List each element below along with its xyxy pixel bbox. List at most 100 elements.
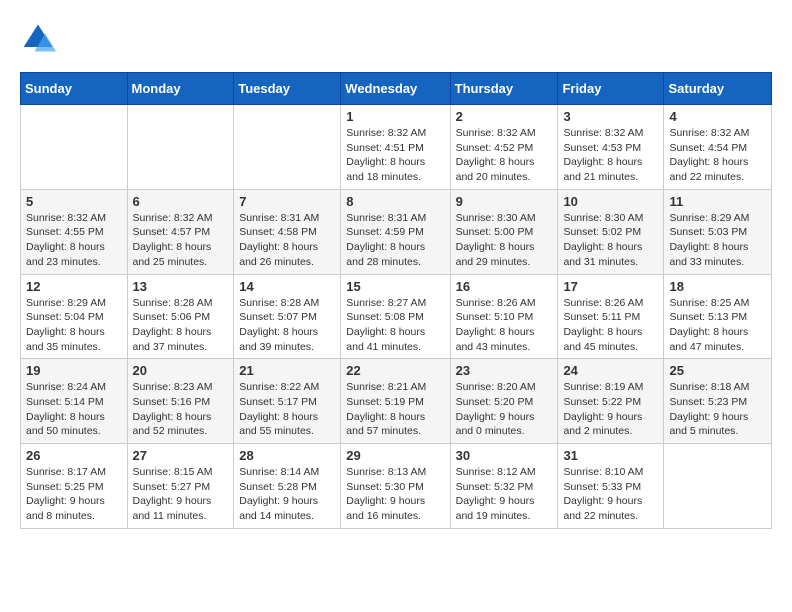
day-info: Sunrise: 8:29 AM Sunset: 5:03 PM Dayligh… <box>669 211 766 270</box>
calendar-cell: 27 Sunrise: 8:15 AM Sunset: 5:27 PM Dayli… <box>127 444 234 529</box>
day-info: Sunrise: 8:24 AM Sunset: 5:14 PM Dayligh… <box>26 380 122 439</box>
calendar-cell <box>127 105 234 190</box>
calendar-cell: 8 Sunrise: 8:31 AM Sunset: 4:59 PM Daylig… <box>341 189 450 274</box>
day-number: 4 <box>669 109 766 124</box>
calendar-cell <box>664 444 772 529</box>
day-number: 8 <box>346 194 444 209</box>
day-number: 19 <box>26 363 122 378</box>
calendar-cell: 15 Sunrise: 8:27 AM Sunset: 5:08 PM Dayli… <box>341 274 450 359</box>
day-info: Sunrise: 8:10 AM Sunset: 5:33 PM Dayligh… <box>563 465 658 524</box>
day-info: Sunrise: 8:21 AM Sunset: 5:19 PM Dayligh… <box>346 380 444 439</box>
calendar-cell: 7Sunrise: 8:31 AM Sunset: 4:58 PM Daylig… <box>234 189 341 274</box>
page-header <box>20 20 772 56</box>
calendar-week-row: 1Sunrise: 8:32 AM Sunset: 4:51 PM Daylig… <box>21 105 772 190</box>
day-number: 5 <box>26 194 122 209</box>
day-number: 30 <box>456 448 553 463</box>
calendar-cell: 22 Sunrise: 8:21 AM Sunset: 5:19 PM Dayli… <box>341 359 450 444</box>
day-number: 7 <box>239 194 335 209</box>
day-info: Sunrise: 8:32 AM Sunset: 4:55 PM Dayligh… <box>26 211 122 270</box>
day-number: 22 <box>346 363 444 378</box>
day-info: Sunrise: 8:26 AM Sunset: 5:11 PM Dayligh… <box>563 296 658 355</box>
weekday-header: Tuesday <box>234 73 341 105</box>
calendar-cell: 1Sunrise: 8:32 AM Sunset: 4:51 PM Daylig… <box>341 105 450 190</box>
day-number: 24 <box>563 363 658 378</box>
calendar-cell: 19 Sunrise: 8:24 AM Sunset: 5:14 PM Dayli… <box>21 359 128 444</box>
calendar-cell: 24 Sunrise: 8:19 AM Sunset: 5:22 PM Dayli… <box>558 359 664 444</box>
day-number: 10 <box>563 194 658 209</box>
weekday-header: Monday <box>127 73 234 105</box>
day-info: Sunrise: 8:27 AM Sunset: 5:08 PM Dayligh… <box>346 296 444 355</box>
day-number: 2 <box>456 109 553 124</box>
calendar-cell: 25Sunrise: 8:18 AM Sunset: 5:23 PM Dayli… <box>664 359 772 444</box>
calendar-week-row: 26 Sunrise: 8:17 AM Sunset: 5:25 PM Dayli… <box>21 444 772 529</box>
day-number: 29 <box>346 448 444 463</box>
day-info: Sunrise: 8:26 AM Sunset: 5:10 PM Dayligh… <box>456 296 553 355</box>
day-info: Sunrise: 8:22 AM Sunset: 5:17 PM Dayligh… <box>239 380 335 439</box>
day-info: Sunrise: 8:32 AM Sunset: 4:52 PM Dayligh… <box>456 126 553 185</box>
day-info: Sunrise: 8:23 AM Sunset: 5:16 PM Dayligh… <box>133 380 229 439</box>
calendar-cell: 11 Sunrise: 8:29 AM Sunset: 5:03 PM Dayli… <box>664 189 772 274</box>
calendar-cell: 12Sunrise: 8:29 AM Sunset: 5:04 PM Dayli… <box>21 274 128 359</box>
day-info: Sunrise: 8:13 AM Sunset: 5:30 PM Dayligh… <box>346 465 444 524</box>
calendar-cell: 17 Sunrise: 8:26 AM Sunset: 5:11 PM Dayli… <box>558 274 664 359</box>
calendar-week-row: 19 Sunrise: 8:24 AM Sunset: 5:14 PM Dayli… <box>21 359 772 444</box>
calendar-cell: 26 Sunrise: 8:17 AM Sunset: 5:25 PM Dayli… <box>21 444 128 529</box>
day-number: 28 <box>239 448 335 463</box>
day-info: Sunrise: 8:28 AM Sunset: 5:06 PM Dayligh… <box>133 296 229 355</box>
calendar-cell <box>21 105 128 190</box>
day-number: 21 <box>239 363 335 378</box>
calendar-cell: 31Sunrise: 8:10 AM Sunset: 5:33 PM Dayli… <box>558 444 664 529</box>
day-info: Sunrise: 8:17 AM Sunset: 5:25 PM Dayligh… <box>26 465 122 524</box>
calendar-cell: 29 Sunrise: 8:13 AM Sunset: 5:30 PM Dayli… <box>341 444 450 529</box>
day-number: 14 <box>239 279 335 294</box>
calendar-week-row: 5 Sunrise: 8:32 AM Sunset: 4:55 PM Daylig… <box>21 189 772 274</box>
day-info: Sunrise: 8:20 AM Sunset: 5:20 PM Dayligh… <box>456 380 553 439</box>
day-number: 27 <box>133 448 229 463</box>
day-number: 17 <box>563 279 658 294</box>
day-number: 25 <box>669 363 766 378</box>
calendar-cell: 2 Sunrise: 8:32 AM Sunset: 4:52 PM Daylig… <box>450 105 558 190</box>
calendar-cell: 20 Sunrise: 8:23 AM Sunset: 5:16 PM Dayli… <box>127 359 234 444</box>
day-number: 3 <box>563 109 658 124</box>
day-number: 11 <box>669 194 766 209</box>
day-info: Sunrise: 8:29 AM Sunset: 5:04 PM Dayligh… <box>26 296 122 355</box>
weekday-header: Thursday <box>450 73 558 105</box>
day-info: Sunrise: 8:32 AM Sunset: 4:54 PM Dayligh… <box>669 126 766 185</box>
day-number: 15 <box>346 279 444 294</box>
calendar-cell: 23 Sunrise: 8:20 AM Sunset: 5:20 PM Dayli… <box>450 359 558 444</box>
logo-icon <box>20 20 56 56</box>
calendar-cell: 30 Sunrise: 8:12 AM Sunset: 5:32 PM Dayli… <box>450 444 558 529</box>
day-info: Sunrise: 8:31 AM Sunset: 4:59 PM Dayligh… <box>346 211 444 270</box>
day-info: Sunrise: 8:25 AM Sunset: 5:13 PM Dayligh… <box>669 296 766 355</box>
day-number: 6 <box>133 194 229 209</box>
day-info: Sunrise: 8:14 AM Sunset: 5:28 PM Dayligh… <box>239 465 335 524</box>
calendar-cell: 9 Sunrise: 8:30 AM Sunset: 5:00 PM Daylig… <box>450 189 558 274</box>
day-info: Sunrise: 8:32 AM Sunset: 4:53 PM Dayligh… <box>563 126 658 185</box>
calendar-cell: 13Sunrise: 8:28 AM Sunset: 5:06 PM Dayli… <box>127 274 234 359</box>
day-info: Sunrise: 8:32 AM Sunset: 4:51 PM Dayligh… <box>346 126 444 185</box>
day-info: Sunrise: 8:12 AM Sunset: 5:32 PM Dayligh… <box>456 465 553 524</box>
calendar-cell: 14 Sunrise: 8:28 AM Sunset: 5:07 PM Dayli… <box>234 274 341 359</box>
calendar-cell <box>234 105 341 190</box>
day-number: 9 <box>456 194 553 209</box>
weekday-header: Friday <box>558 73 664 105</box>
day-info: Sunrise: 8:30 AM Sunset: 5:02 PM Dayligh… <box>563 211 658 270</box>
calendar-cell: 21 Sunrise: 8:22 AM Sunset: 5:17 PM Dayli… <box>234 359 341 444</box>
day-number: 23 <box>456 363 553 378</box>
day-info: Sunrise: 8:28 AM Sunset: 5:07 PM Dayligh… <box>239 296 335 355</box>
calendar-table: SundayMondayTuesdayWednesdayThursdayFrid… <box>20 72 772 529</box>
calendar-cell: 4 Sunrise: 8:32 AM Sunset: 4:54 PM Daylig… <box>664 105 772 190</box>
day-info: Sunrise: 8:15 AM Sunset: 5:27 PM Dayligh… <box>133 465 229 524</box>
day-info: Sunrise: 8:30 AM Sunset: 5:00 PM Dayligh… <box>456 211 553 270</box>
calendar-cell: 18Sunrise: 8:25 AM Sunset: 5:13 PM Dayli… <box>664 274 772 359</box>
day-number: 16 <box>456 279 553 294</box>
day-info: Sunrise: 8:19 AM Sunset: 5:22 PM Dayligh… <box>563 380 658 439</box>
day-number: 20 <box>133 363 229 378</box>
calendar-cell: 16 Sunrise: 8:26 AM Sunset: 5:10 PM Dayli… <box>450 274 558 359</box>
calendar-week-row: 12Sunrise: 8:29 AM Sunset: 5:04 PM Dayli… <box>21 274 772 359</box>
calendar-cell: 10 Sunrise: 8:30 AM Sunset: 5:02 PM Dayli… <box>558 189 664 274</box>
weekday-header-row: SundayMondayTuesdayWednesdayThursdayFrid… <box>21 73 772 105</box>
calendar-cell: 6Sunrise: 8:32 AM Sunset: 4:57 PM Daylig… <box>127 189 234 274</box>
weekday-header: Wednesday <box>341 73 450 105</box>
day-number: 26 <box>26 448 122 463</box>
